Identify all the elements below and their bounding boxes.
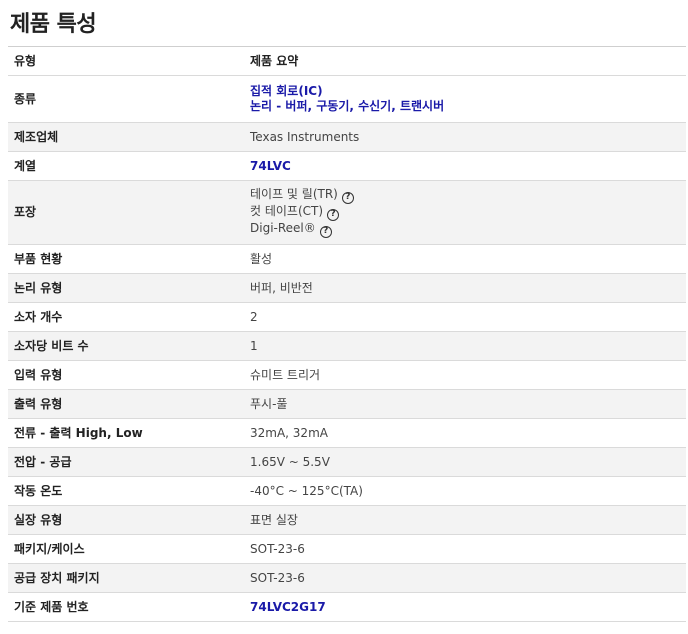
series-link[interactable]: 74LVC bbox=[250, 159, 291, 173]
question-circle-icon[interactable]: ? bbox=[327, 209, 340, 221]
packaging-option: Digi-Reel®? bbox=[250, 221, 686, 238]
table-row-category: 종류 집적 회로(IC) 논리 - 버퍼, 구동기, 수신기, 트랜시버 bbox=[8, 75, 686, 123]
question-circle-icon[interactable]: ? bbox=[319, 226, 332, 238]
product-attributes-table: 유형 제품 요약 종류 집적 회로(IC) 논리 - 버퍼, 구동기, 수신기,… bbox=[8, 46, 686, 622]
table-row-series: 계열 74LVC bbox=[8, 151, 686, 181]
table-row-part-status: 부품 현황 활성 bbox=[8, 244, 686, 274]
row-value: -40°C ~ 125°C(TA) bbox=[244, 476, 686, 506]
question-circle-icon[interactable]: ? bbox=[341, 192, 354, 204]
table-header-row: 유형 제품 요약 bbox=[8, 46, 686, 76]
row-value: SOT-23-6 bbox=[244, 534, 686, 564]
packaging-text: Digi-Reel® bbox=[250, 221, 316, 235]
category-link-ic[interactable]: 집적 회로(IC) bbox=[250, 84, 686, 99]
row-value: 활성 bbox=[244, 244, 686, 274]
row-value: 1 bbox=[244, 331, 686, 361]
table-row-package-case: 패키지/케이스 SOT-23-6 bbox=[8, 534, 686, 564]
row-label: 공급 장치 패키지 bbox=[8, 563, 244, 593]
row-label: 논리 유형 bbox=[8, 273, 244, 303]
row-value: 74LVC bbox=[244, 151, 686, 181]
packaging-option: 컷 테이프(CT)? bbox=[250, 204, 686, 221]
row-label: 종류 bbox=[8, 75, 244, 123]
row-value: 표면 실장 bbox=[244, 505, 686, 535]
table-row-input-type: 입력 유형 슈미트 트리거 bbox=[8, 360, 686, 390]
packaging-text: 테이프 및 릴(TR) bbox=[250, 187, 338, 201]
row-label: 소자 개수 bbox=[8, 302, 244, 332]
base-part-number-link[interactable]: 74LVC2G17 bbox=[250, 600, 326, 614]
row-label: 패키지/케이스 bbox=[8, 534, 244, 564]
category-link-logic-buffers[interactable]: 논리 - 버퍼, 구동기, 수신기, 트랜시버 bbox=[250, 99, 686, 114]
table-row-output-type: 출력 유형 푸시-풀 bbox=[8, 389, 686, 419]
row-value: SOT-23-6 bbox=[244, 563, 686, 593]
table-row-supplier-package: 공급 장치 패키지 SOT-23-6 bbox=[8, 563, 686, 593]
table-row-current-output: 전류 - 출력 High, Low 32mA, 32mA bbox=[8, 418, 686, 448]
table-row-voltage-supply: 전압 - 공급 1.65V ~ 5.5V bbox=[8, 447, 686, 477]
row-label: 소자당 비트 수 bbox=[8, 331, 244, 361]
table-row-manufacturer: 제조업체 Texas Instruments bbox=[8, 122, 686, 152]
row-label: 제조업체 bbox=[8, 122, 244, 152]
page-title: 제품 특성 bbox=[10, 12, 97, 37]
packaging-text: 컷 테이프(CT) bbox=[250, 204, 324, 218]
row-value: 슈미트 트리거 bbox=[244, 360, 686, 390]
row-value: 2 bbox=[244, 302, 686, 332]
row-label: 출력 유형 bbox=[8, 389, 244, 419]
row-label: 기준 제품 번호 bbox=[8, 592, 244, 622]
row-label: 전류 - 출력 High, Low bbox=[8, 418, 244, 448]
type-column-header: 유형 bbox=[8, 46, 244, 76]
row-value: 테이프 및 릴(TR)? 컷 테이프(CT)? Digi-Reel®? bbox=[244, 180, 686, 245]
row-value: 버퍼, 비반전 bbox=[244, 273, 686, 303]
row-value: 74LVC2G17 bbox=[244, 592, 686, 622]
row-label: 작동 온도 bbox=[8, 476, 244, 506]
row-label: 전압 - 공급 bbox=[8, 447, 244, 477]
summary-column-header: 제품 요약 bbox=[244, 46, 686, 76]
row-label: 입력 유형 bbox=[8, 360, 244, 390]
table-row-bits-per-element: 소자당 비트 수 1 bbox=[8, 331, 686, 361]
row-value: 집적 회로(IC) 논리 - 버퍼, 구동기, 수신기, 트랜시버 bbox=[244, 75, 686, 123]
row-value: 푸시-풀 bbox=[244, 389, 686, 419]
row-label: 계열 bbox=[8, 151, 244, 181]
packaging-option: 테이프 및 릴(TR)? bbox=[250, 187, 686, 204]
table-row-operating-temp: 작동 온도 -40°C ~ 125°C(TA) bbox=[8, 476, 686, 506]
row-label: 포장 bbox=[8, 180, 244, 245]
row-label: 부품 현황 bbox=[8, 244, 244, 274]
table-row-mounting-type: 실장 유형 표면 실장 bbox=[8, 505, 686, 535]
table-row-base-part-number: 기준 제품 번호 74LVC2G17 bbox=[8, 592, 686, 622]
row-label: 실장 유형 bbox=[8, 505, 244, 535]
table-row-num-elements: 소자 개수 2 bbox=[8, 302, 686, 332]
table-row-packaging: 포장 테이프 및 릴(TR)? 컷 테이프(CT)? Digi-Reel®? bbox=[8, 180, 686, 245]
row-value: 1.65V ~ 5.5V bbox=[244, 447, 686, 477]
manufacturer-value: Texas Instruments bbox=[244, 122, 686, 152]
table-row-logic-type: 논리 유형 버퍼, 비반전 bbox=[8, 273, 686, 303]
row-value: 32mA, 32mA bbox=[244, 418, 686, 448]
